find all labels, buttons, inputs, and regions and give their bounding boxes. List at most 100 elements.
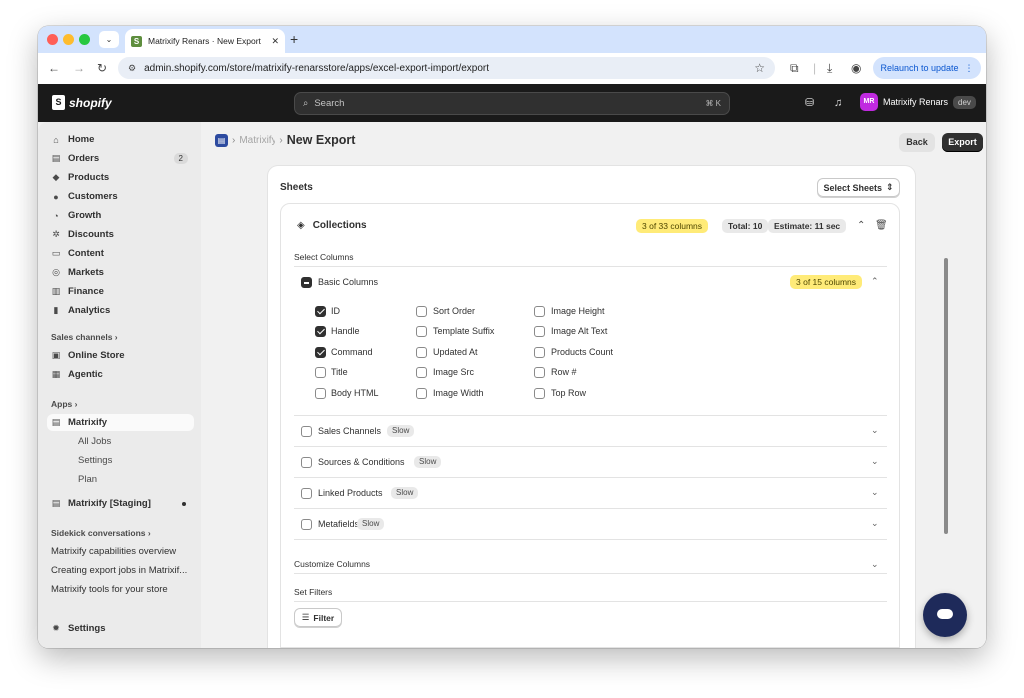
reload-icon[interactable]: ↻: [97, 61, 107, 75]
group-checkbox-linked-products[interactable]: [301, 488, 312, 499]
apps-header[interactable]: Apps ›: [51, 399, 77, 409]
column-checkbox-handle[interactable]: [315, 326, 326, 337]
basic-columns-label[interactable]: Basic Columns: [318, 277, 378, 287]
group-checkbox-sources-conditions[interactable]: [301, 457, 312, 468]
sidebar-item-settings-sub[interactable]: Settings: [47, 452, 194, 469]
collections-header[interactable]: ◈ Collections: [297, 220, 367, 231]
sidebar-item-customers[interactable]: ● Customers: [47, 188, 194, 205]
sidebar-item-content[interactable]: ▭ Content: [47, 245, 194, 262]
conversation-item[interactable]: Matrixify capabilities overview: [47, 543, 194, 560]
column-checkbox-row-number[interactable]: [534, 367, 545, 378]
column-checkbox-sort-order[interactable]: [416, 306, 427, 317]
slow-badge: Slow: [414, 456, 442, 468]
sidebar-item-online-store[interactable]: ▣ Online Store: [47, 347, 194, 364]
profile-icon[interactable]: ◉: [851, 61, 861, 75]
browser-tab[interactable]: S Matrixify Renars · New Export ✕: [125, 29, 285, 53]
column-checkbox-products-count[interactable]: [534, 347, 545, 358]
sidebar-item-agentic[interactable]: ▦ Agentic: [47, 366, 194, 383]
sidebar-item-analytics[interactable]: ▮ Analytics: [47, 302, 194, 319]
sidebar-item-discounts[interactable]: ✲ Discounts: [47, 226, 194, 243]
collections-panel: ◈ Collections 3 of 33 columns Total: 10 …: [280, 203, 900, 648]
bell-icon[interactable]: ♫: [834, 96, 842, 110]
maximize-window-button[interactable]: [79, 34, 90, 45]
back-arrow-icon[interactable]: ←: [48, 61, 60, 75]
group-label[interactable]: Sources & Conditions: [318, 457, 405, 467]
conversation-item[interactable]: Matrixify tools for your store: [47, 581, 194, 598]
column-checkbox-title[interactable]: [315, 367, 326, 378]
site-settings-icon[interactable]: ⚙: [128, 63, 136, 74]
column-label: Image Src: [433, 367, 475, 377]
column-checkbox-image-height[interactable]: [534, 306, 545, 317]
close-window-button[interactable]: [47, 34, 58, 45]
column-checkbox-updated-at[interactable]: [416, 347, 427, 358]
group-checkbox-sales-channels[interactable]: [301, 426, 312, 437]
sidekick-header[interactable]: Sidekick conversations ›: [51, 528, 151, 538]
chevron-down-icon[interactable]: ⌄: [871, 425, 879, 436]
group-checkbox-metafields[interactable]: [301, 519, 312, 530]
export-button[interactable]: Export: [942, 133, 983, 152]
sidebar-item-matrixify-staging[interactable]: ▤ Matrixify [Staging]: [47, 495, 194, 512]
chevron-up-icon[interactable]: ⌃: [871, 276, 879, 287]
column-label: Updated At: [433, 347, 478, 357]
chevron-down-icon[interactable]: ⌄: [871, 456, 879, 467]
sidebar-item-products[interactable]: ◆ Products: [47, 169, 194, 186]
store-switcher[interactable]: MR Matrixify Renars dev: [860, 93, 976, 111]
sidebar-item-markets[interactable]: ◎ Markets: [47, 264, 194, 281]
new-tab-button[interactable]: +: [290, 31, 298, 47]
store-badge: dev: [953, 95, 976, 109]
group-label[interactable]: Linked Products: [318, 488, 383, 498]
search-input[interactable]: ⌕ Search ⌘ K: [294, 92, 730, 115]
minimize-window-button[interactable]: [63, 34, 74, 45]
matrixify-app-icon[interactable]: ▤: [215, 133, 228, 147]
trash-icon[interactable]: 🗑︎: [875, 220, 888, 232]
sidebar-item-settings[interactable]: ✹ Settings: [47, 620, 194, 637]
shopify-logo[interactable]: S shopify: [52, 95, 112, 110]
column-checkbox-command[interactable]: [315, 347, 326, 358]
select-sheets-button[interactable]: Select Sheets ⇕: [817, 178, 900, 197]
column-checkbox-image-width[interactable]: [416, 388, 427, 399]
sidebar-item-orders[interactable]: ▤ Orders 2: [47, 150, 194, 167]
column-checkbox-id[interactable]: [315, 306, 326, 317]
sidebar-item-label: Settings: [68, 623, 106, 634]
column-checkbox-image-src[interactable]: [416, 367, 427, 378]
column-checkbox-template-suffix[interactable]: [416, 326, 427, 337]
column-checkbox-top-row[interactable]: [534, 388, 545, 399]
relaunch-button[interactable]: Relaunch to update ⋮: [873, 57, 981, 79]
sidebar-item-home[interactable]: ⌂ Home: [47, 131, 194, 148]
forward-arrow-icon[interactable]: →: [73, 61, 85, 75]
column-checkbox-body-html[interactable]: [315, 388, 326, 399]
customize-columns-toggle[interactable]: Customize Columns: [294, 559, 370, 569]
chat-button[interactable]: [923, 593, 967, 637]
tab-search-button[interactable]: ⌄: [99, 31, 119, 48]
column-checkbox-image-alt-text[interactable]: [534, 326, 545, 337]
sidebar-item-label: Content: [68, 248, 104, 259]
chevron-down-icon[interactable]: ⌄: [871, 518, 879, 529]
group-label[interactable]: Metafields: [318, 519, 359, 529]
breadcrumb-app-link[interactable]: Matrixify: [239, 135, 275, 146]
sidebar-item-finance[interactable]: ▥ Finance: [47, 283, 194, 300]
orders-count-badge: 2: [173, 153, 188, 164]
conversation-item[interactable]: Creating export jobs in Matrixif...: [47, 562, 194, 579]
basic-columns-checkbox[interactable]: [301, 277, 312, 288]
filter-button[interactable]: ☰ Filter: [294, 608, 342, 627]
back-button[interactable]: Back: [899, 133, 935, 152]
download-icon[interactable]: ⤓: [827, 61, 832, 75]
sidebar-item-growth[interactable]: ◔ Growth: [47, 207, 194, 224]
tag-icon: ◆: [52, 172, 60, 182]
sidebar-item-matrixify[interactable]: ▤ Matrixify: [47, 414, 194, 431]
sales-channels-header[interactable]: Sales channels ›: [51, 332, 118, 342]
group-label[interactable]: Sales Channels: [318, 426, 381, 436]
sidekick-icon[interactable]: ⛁: [805, 96, 814, 110]
bookmark-star-icon[interactable]: ☆: [754, 61, 765, 75]
browser-window: ⌄ S Matrixify Renars · New Export ✕ + ← …: [38, 26, 986, 648]
chevron-down-icon[interactable]: ⌄: [871, 559, 879, 570]
tab-close-icon[interactable]: ✕: [271, 36, 279, 47]
sidebar-item-plan[interactable]: Plan: [47, 471, 194, 488]
extensions-icon[interactable]: ⧉: [790, 61, 799, 75]
chevron-down-icon[interactable]: ⌄: [871, 487, 879, 498]
address-bar[interactable]: ⚙ admin.shopify.com/store/matrixify-rena…: [118, 57, 775, 79]
chevron-up-icon[interactable]: ⌃: [857, 220, 865, 232]
page-scrollbar[interactable]: [944, 258, 948, 534]
sidebar-item-all-jobs[interactable]: All Jobs: [47, 433, 194, 450]
kebab-menu-icon: ⋮: [964, 62, 974, 73]
